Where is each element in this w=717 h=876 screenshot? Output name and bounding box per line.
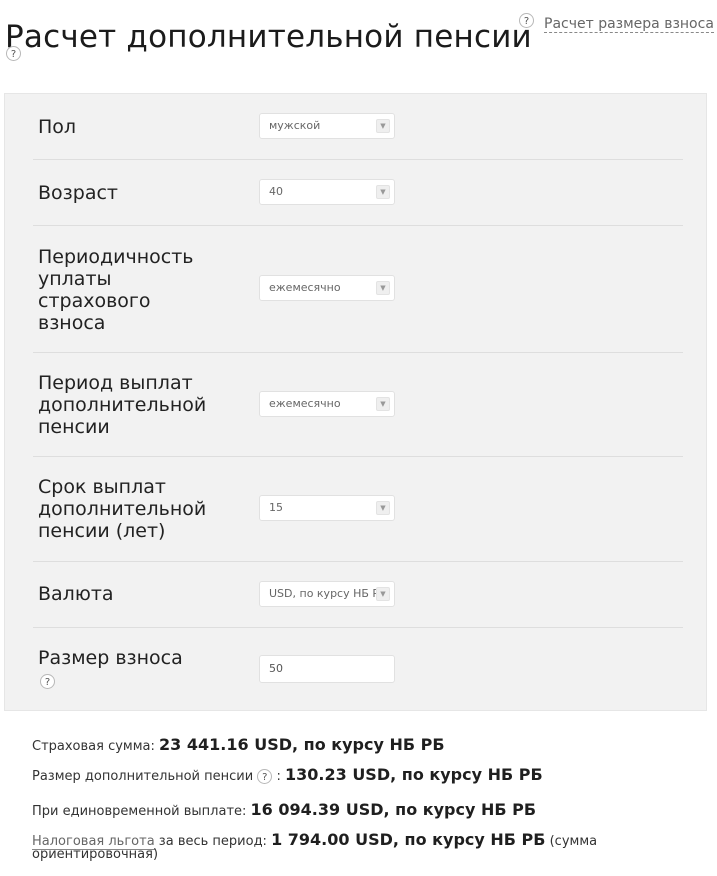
- help-icon[interactable]: ?: [257, 769, 273, 784]
- payment-frequency-label: Периодичность уплаты страхового взноса: [38, 246, 194, 334]
- currency-value: USD, по курсу НБ РБ: [269, 587, 387, 600]
- gender-select[interactable]: мужской ▼: [259, 113, 395, 139]
- calculator-panel: Пол мужской ▼ Возраст 40 ▼ Периодичность…: [4, 93, 707, 711]
- gender-label: Пол: [38, 116, 77, 138]
- form-row-currency: Валюта USD, по курсу НБ РБ ▼: [33, 562, 683, 628]
- pension-size-line: Размер дополнительной пенсии ? : 130.23 …: [32, 765, 543, 784]
- tax-benefit-label: за весь период:: [154, 834, 267, 849]
- currency-select[interactable]: USD, по курсу НБ РБ ▼: [259, 581, 395, 607]
- chevron-down-icon: ▼: [376, 281, 390, 295]
- tax-benefit-note: (сумма: [549, 834, 598, 849]
- chevron-down-icon: ▼: [376, 185, 390, 199]
- payout-term-select[interactable]: 15 ▼: [259, 495, 395, 521]
- gender-value: мужской: [269, 119, 321, 132]
- payment-frequency-select[interactable]: ежемесячно ▼: [259, 275, 395, 301]
- form-row-gender: Пол мужской ▼: [33, 94, 683, 160]
- form-row-payout-period: Период выплат дополнительной пенсии ежем…: [33, 353, 683, 457]
- lump-sum-value: 16 094.39 USD, по курсу НБ РБ: [250, 800, 537, 819]
- age-value: 40: [269, 185, 283, 198]
- payment-frequency-value: ежемесячно: [269, 281, 341, 294]
- chevron-down-icon: ▼: [376, 501, 390, 515]
- lump-sum-line: При единовременной выплате: 16 094.39 US…: [32, 800, 536, 819]
- age-label: Возраст: [38, 182, 118, 204]
- chevron-down-icon: ▼: [376, 397, 390, 411]
- lump-sum-label: При единовременной выплате:: [32, 804, 247, 819]
- chevron-down-icon: ▼: [376, 119, 390, 133]
- contribution-input[interactable]: 50: [259, 655, 395, 683]
- pension-size-value: 130.23 USD, по курсу НБ РБ: [285, 765, 543, 784]
- form-row-contribution: Размер взноса ? 50: [33, 628, 683, 712]
- payout-term-label: Срок выплат дополнительной пенсии (лет): [38, 476, 207, 542]
- payout-term-value: 15: [269, 501, 283, 514]
- pension-size-colon: :: [276, 769, 281, 784]
- insured-sum-value: 23 441.16 USD, по курсу НБ РБ: [159, 735, 445, 754]
- payout-period-label: Период выплат дополнительной пенсии: [38, 372, 207, 438]
- insured-sum-label: Страховая сумма:: [32, 739, 155, 754]
- chevron-down-icon: ▼: [376, 587, 390, 601]
- pension-size-label: Размер дополнительной пенсии: [32, 769, 254, 784]
- form-row-payout-term: Срок выплат дополнительной пенсии (лет) …: [33, 457, 683, 562]
- insured-sum-line: Страховая сумма: 23 441.16 USD, по курсу…: [32, 735, 445, 754]
- currency-label: Валюта: [38, 583, 114, 605]
- tax-benefit-note-cont: ориентировочная): [32, 847, 159, 862]
- help-icon[interactable]: ?: [6, 46, 21, 61]
- payout-period-select[interactable]: ежемесячно ▼: [259, 391, 395, 417]
- tax-benefit-note-line: ориентировочная): [32, 847, 158, 862]
- help-icon[interactable]: ?: [519, 13, 534, 28]
- contribution-calc-link[interactable]: Расчет размера взноса: [544, 16, 714, 33]
- form-row-age: Возраст 40 ▼: [33, 160, 683, 226]
- form-row-payment-frequency: Периодичность уплаты страхового взноса е…: [33, 226, 683, 353]
- help-icon[interactable]: ?: [40, 674, 55, 689]
- page-title: Расчет дополнительной пенсии: [5, 18, 532, 55]
- contribution-label: Размер взноса: [38, 647, 183, 669]
- tax-benefit-value: 1 794.00 USD, по курсу НБ РБ: [271, 830, 546, 849]
- age-select[interactable]: 40 ▼: [259, 179, 395, 205]
- payout-period-value: ежемесячно: [269, 397, 341, 410]
